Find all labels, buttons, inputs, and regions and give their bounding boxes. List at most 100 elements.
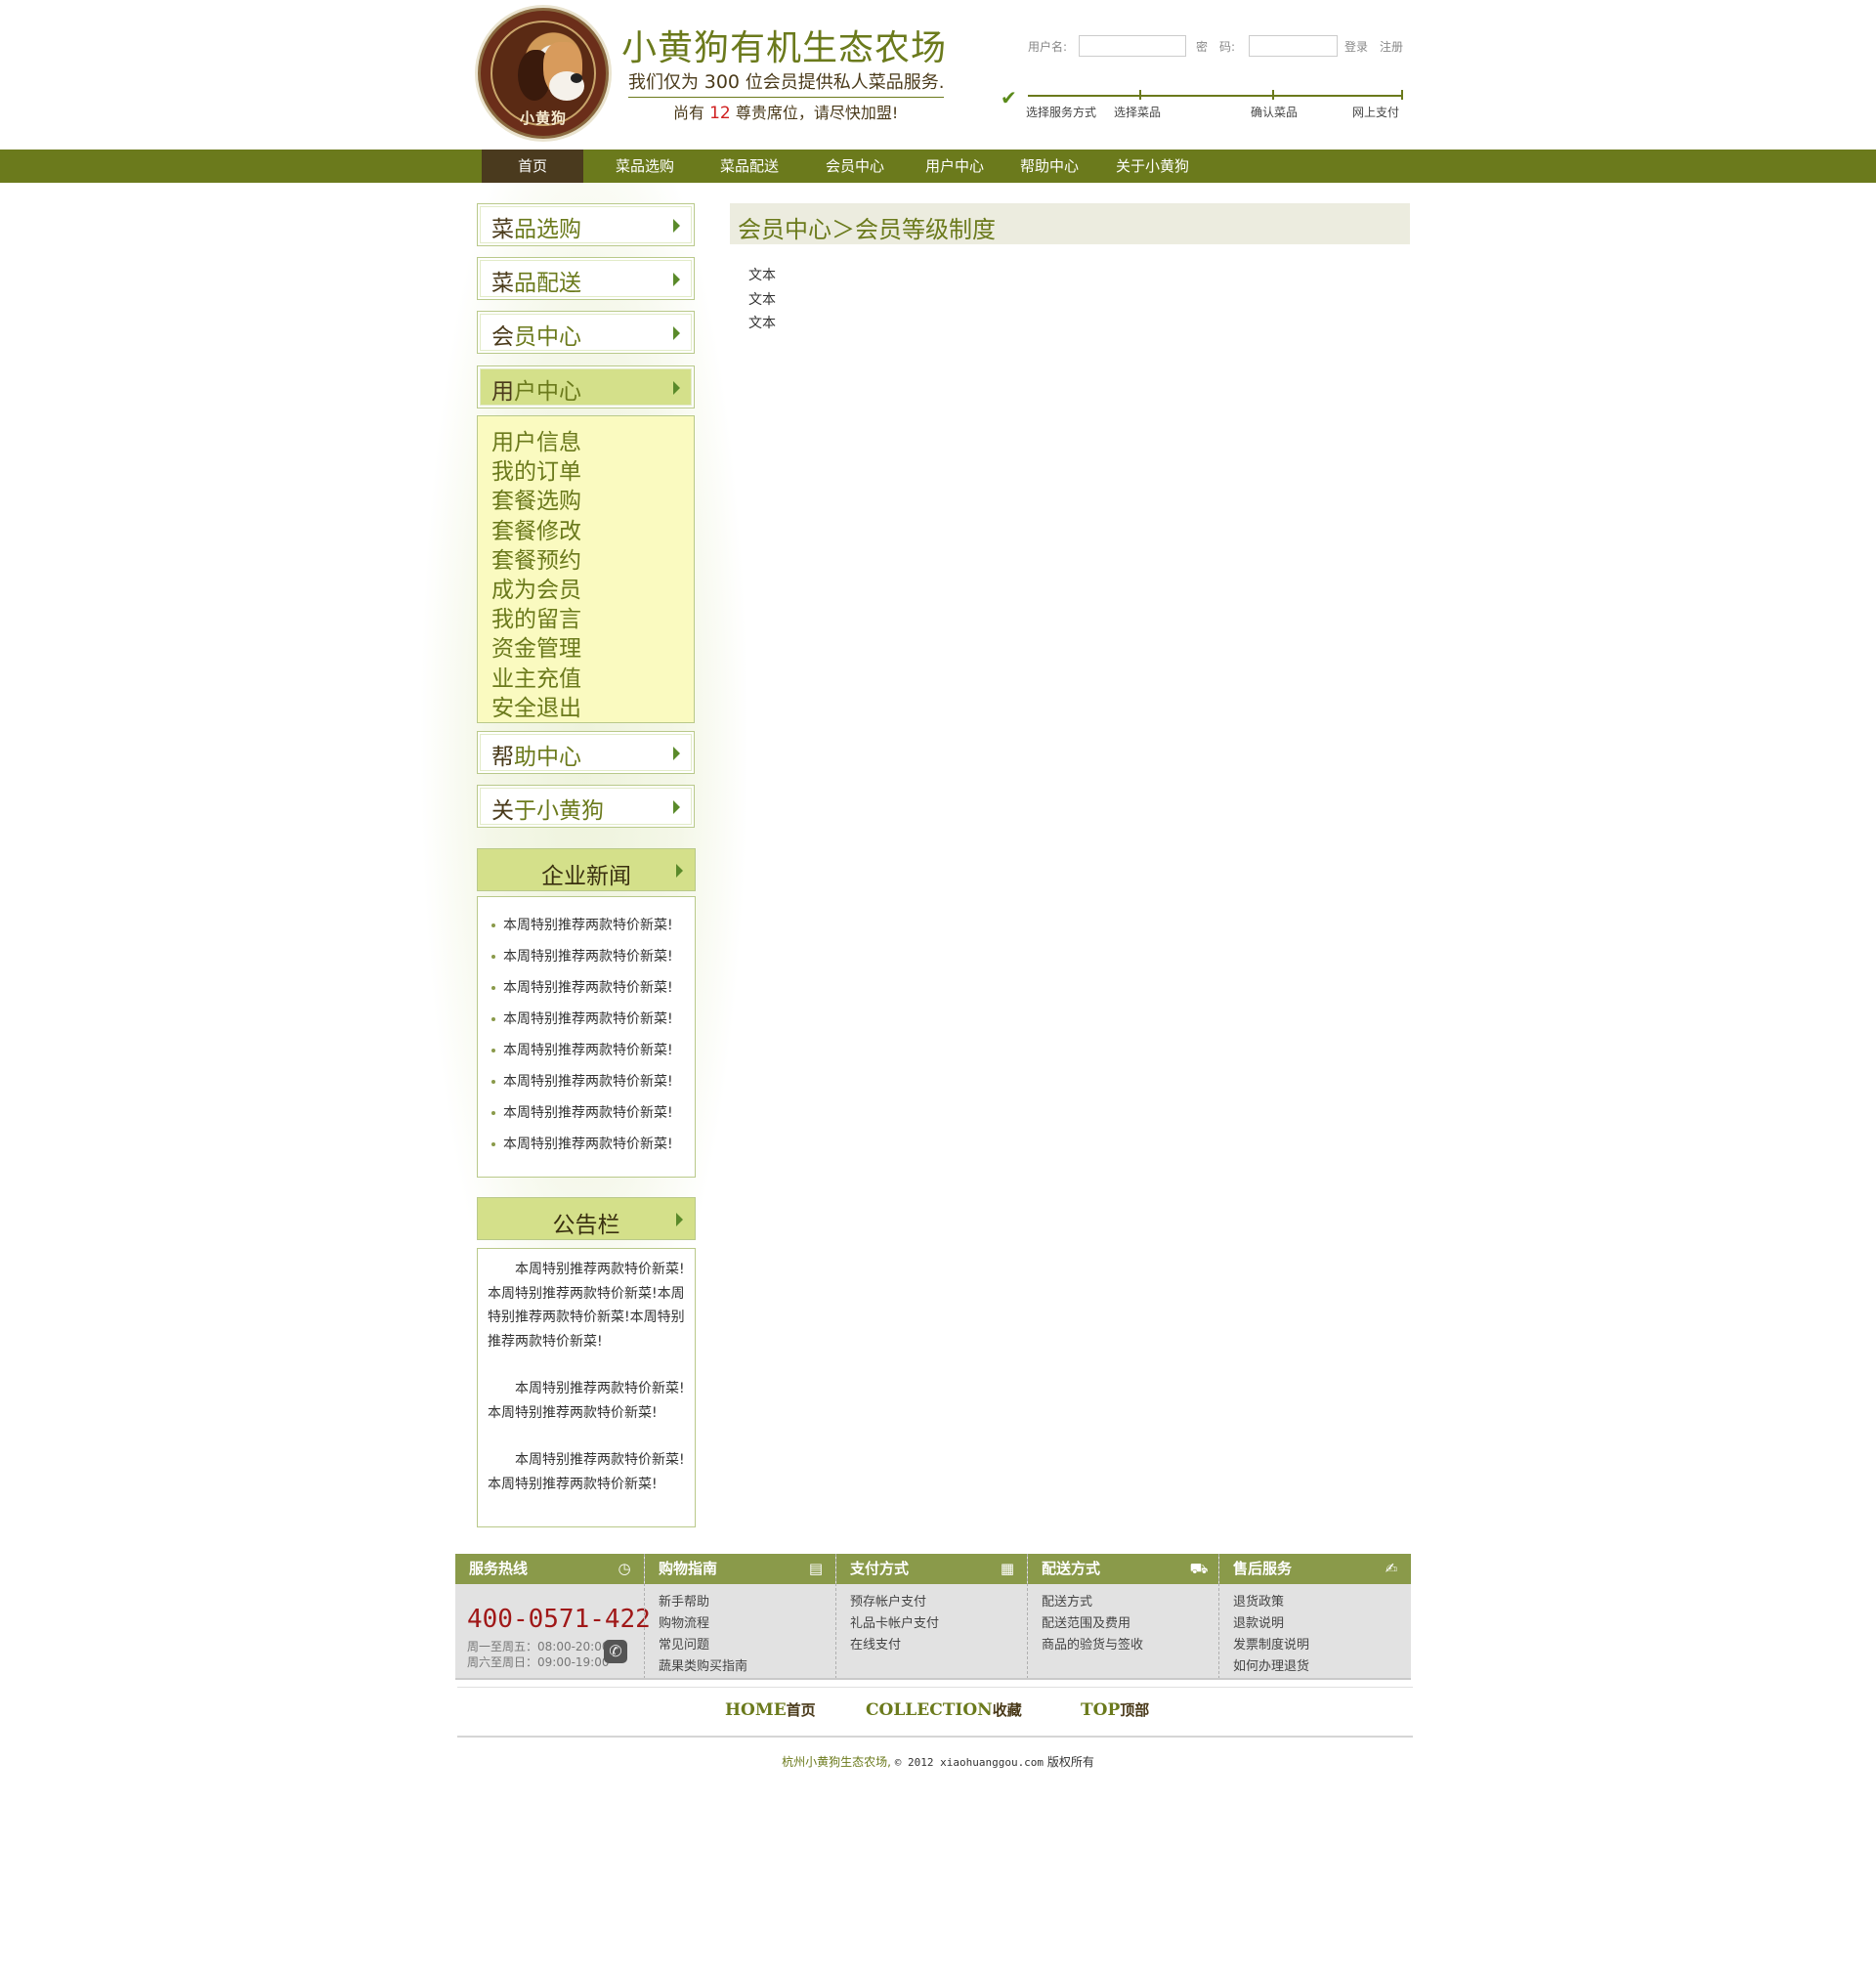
footer-link[interactable]: 预存帐户支付 bbox=[850, 1591, 926, 1610]
top-link[interactable]: TOP顶部 bbox=[1081, 1699, 1149, 1720]
news-item[interactable]: 本周特别推荐两款特价新菜! bbox=[491, 977, 673, 997]
check-icon: ✔ bbox=[1001, 86, 1017, 109]
footer-divider bbox=[455, 1678, 1411, 1680]
sidebar-item-delivery[interactable]: 菜品配送 bbox=[477, 257, 695, 300]
hotline-number: 400-0571-422 bbox=[467, 1605, 651, 1634]
hotline-hours: 周一至周五：08:00-20:00 bbox=[467, 1640, 610, 1653]
arrow-right-icon bbox=[673, 219, 680, 233]
truck-icon: ⛟ bbox=[1189, 1560, 1209, 1577]
collection-link[interactable]: COLLECTION收藏 bbox=[866, 1699, 1022, 1720]
step-label: 确认菜品 bbox=[1251, 106, 1299, 119]
order-steps: ✔ 选择服务方式 选择菜品 确认菜品 网上支付 bbox=[1001, 86, 1403, 125]
copyright: 杭州小黄狗生态农场, © 2012 xiaohuanggou.com 版权所有 bbox=[782, 1755, 1094, 1769]
book-icon: ▤ bbox=[808, 1560, 824, 1577]
nav-item-member[interactable]: 会员中心 bbox=[826, 150, 884, 183]
login-link[interactable]: 登录 bbox=[1344, 38, 1368, 55]
footer-col-aftersale: 售后服务 ✍ 退货政策 退款说明 发票制度说明 如何办理退货 bbox=[1218, 1554, 1411, 1679]
sidebar-item-user[interactable]: 用户中心 bbox=[477, 365, 695, 408]
footer-link[interactable]: 配送范围及费用 bbox=[1042, 1612, 1130, 1631]
submenu-item[interactable]: 我的订单 bbox=[491, 452, 581, 486]
news-panel-header[interactable]: 企业新闻 bbox=[477, 848, 696, 891]
arrow-right-icon bbox=[673, 381, 680, 395]
news-list: 本周特别推荐两款特价新菜! 本周特别推荐两款特价新菜! 本周特别推荐两款特价新菜… bbox=[477, 896, 696, 1178]
submenu-item[interactable]: 成为会员 bbox=[491, 571, 581, 604]
register-link[interactable]: 注册 bbox=[1380, 38, 1403, 55]
news-item[interactable]: 本周特别推荐两款特价新菜! bbox=[491, 1009, 673, 1028]
hotline-hours: 周六至周日：09:00-19:00 bbox=[467, 1655, 610, 1669]
submenu-item[interactable]: 安全退出 bbox=[491, 689, 581, 722]
arrow-right-icon bbox=[673, 747, 680, 760]
news-item[interactable]: 本周特别推荐两款特价新菜! bbox=[491, 915, 673, 934]
bullet-icon bbox=[491, 1049, 495, 1052]
logo-text: 小黄狗 bbox=[519, 109, 567, 127]
sidebar-item-member[interactable]: 会员中心 bbox=[477, 311, 695, 354]
news-item[interactable]: 本周特别推荐两款特价新菜! bbox=[491, 1040, 673, 1059]
submenu-item[interactable]: 套餐预约 bbox=[491, 541, 581, 575]
step-label: 选择菜品 bbox=[1114, 106, 1162, 119]
news-item[interactable]: 本周特别推荐两款特价新菜! bbox=[491, 1134, 673, 1153]
nav-item-shopping[interactable]: 菜品选购 bbox=[616, 150, 674, 183]
nav-item-delivery[interactable]: 菜品配送 bbox=[720, 150, 779, 183]
footer-link[interactable]: 购物流程 bbox=[659, 1612, 709, 1631]
footer-col-title: 配送方式 bbox=[1042, 1560, 1101, 1577]
footer-link[interactable]: 新手帮助 bbox=[659, 1591, 709, 1610]
service-icon: ✍ bbox=[1385, 1560, 1398, 1577]
username-input[interactable] bbox=[1079, 35, 1186, 57]
nav-item-user[interactable]: 用户中心 bbox=[925, 150, 984, 183]
notice-board: 本周特别推荐两款特价新菜!本周特别推荐两款特价新菜! 本周特别推荐两款特价新菜!本… bbox=[477, 1248, 696, 1527]
nav-item-help[interactable]: 帮助中心 bbox=[1020, 150, 1079, 183]
site-title: 小黄狗有机生态农场 bbox=[621, 28, 948, 68]
content-text: 文本 bbox=[748, 316, 776, 331]
footer-col-payment: 支付方式 ▦ 预存帐户支付 礼品卡帐户支付 在线支付 bbox=[835, 1554, 1027, 1679]
news-item[interactable]: 本周特别推荐两款特价新菜! bbox=[491, 946, 673, 966]
site-logo[interactable]: 小黄狗 bbox=[478, 8, 609, 139]
notice-paragraph: 本周特别推荐两款特价新菜!本周特别推荐两款特价新菜! bbox=[488, 1381, 685, 1421]
notice-panel-header[interactable]: 公告栏 bbox=[477, 1197, 696, 1240]
news-item[interactable]: 本周特别推荐两款特价新菜! bbox=[491, 1071, 673, 1091]
content-header: 会员中心＞会员等级制度 bbox=[730, 203, 1410, 244]
arrow-right-icon bbox=[673, 800, 680, 814]
arrow-right-icon bbox=[676, 1213, 683, 1226]
news-item[interactable]: 本周特别推荐两款特价新菜! bbox=[491, 1102, 673, 1122]
footer-col-title: 支付方式 bbox=[850, 1560, 910, 1577]
footer-link[interactable]: 在线支付 bbox=[850, 1634, 901, 1653]
footer-link[interactable]: 如何办理退货 bbox=[1233, 1655, 1309, 1674]
submenu-item[interactable]: 用户信息 bbox=[491, 423, 581, 456]
nav-item-about[interactable]: 关于小黄狗 bbox=[1116, 150, 1189, 183]
notice-paragraph: 本周特别推荐两款特价新菜!本周特别推荐两款特价新菜! bbox=[488, 1452, 685, 1492]
step-label: 选择服务方式 bbox=[1026, 106, 1097, 119]
footer-col-title: 服务热线 bbox=[469, 1560, 529, 1577]
arrow-right-icon bbox=[676, 864, 683, 878]
sidebar-item-about[interactable]: 关于小黄狗 bbox=[477, 785, 695, 828]
nav-item-home[interactable]: 首页 bbox=[482, 150, 583, 183]
footer-link[interactable]: 发票制度说明 bbox=[1233, 1634, 1309, 1653]
notice-panel-title: 公告栏 bbox=[552, 1213, 620, 1238]
notice-paragraph: 本周特别推荐两款特价新菜!本周特别推荐两款特价新菜!本周特别推荐两款特价新菜!本… bbox=[488, 1262, 685, 1350]
arrow-right-icon bbox=[673, 326, 680, 340]
username-label: 用户名: bbox=[1028, 40, 1068, 54]
footer-col-guide: 购物指南 ▤ 新手帮助 购物流程 常见问题 蔬果类购买指南 bbox=[644, 1554, 835, 1679]
footer-link[interactable]: 退款说明 bbox=[1233, 1612, 1284, 1631]
footer-link[interactable]: 蔬果类购买指南 bbox=[659, 1655, 747, 1674]
bullet-icon bbox=[491, 1017, 495, 1021]
sidebar-item-help[interactable]: 帮助中心 bbox=[477, 731, 695, 774]
submenu-item[interactable]: 我的留言 bbox=[491, 600, 581, 633]
submenu-item[interactable]: 业主充值 bbox=[491, 660, 581, 693]
sidebar-item-shopping[interactable]: 菜品选购 bbox=[477, 203, 695, 246]
submenu-item[interactable]: 套餐修改 bbox=[491, 512, 581, 545]
submenu-item[interactable]: 资金管理 bbox=[491, 629, 581, 663]
arrow-right-icon bbox=[673, 273, 680, 286]
step-label: 网上支付 bbox=[1352, 106, 1400, 119]
home-link[interactable]: HOME首页 bbox=[725, 1699, 816, 1720]
card-icon: ▦ bbox=[1000, 1560, 1015, 1577]
footer-link[interactable]: 常见问题 bbox=[659, 1634, 709, 1653]
footer-link[interactable]: 商品的验货与签收 bbox=[1042, 1634, 1143, 1653]
submenu-item[interactable]: 套餐选购 bbox=[491, 482, 581, 515]
bullet-icon bbox=[491, 1111, 495, 1115]
footer-link[interactable]: 退货政策 bbox=[1233, 1591, 1284, 1610]
footer-link[interactable]: 礼品卡帐户支付 bbox=[850, 1612, 939, 1631]
footer-col-delivery: 配送方式 ⛟ 配送方式 配送范围及费用 商品的验货与签收 bbox=[1027, 1554, 1218, 1679]
password-input[interactable] bbox=[1249, 35, 1338, 57]
footer-link[interactable]: 配送方式 bbox=[1042, 1591, 1092, 1610]
bullet-icon bbox=[491, 1142, 495, 1146]
